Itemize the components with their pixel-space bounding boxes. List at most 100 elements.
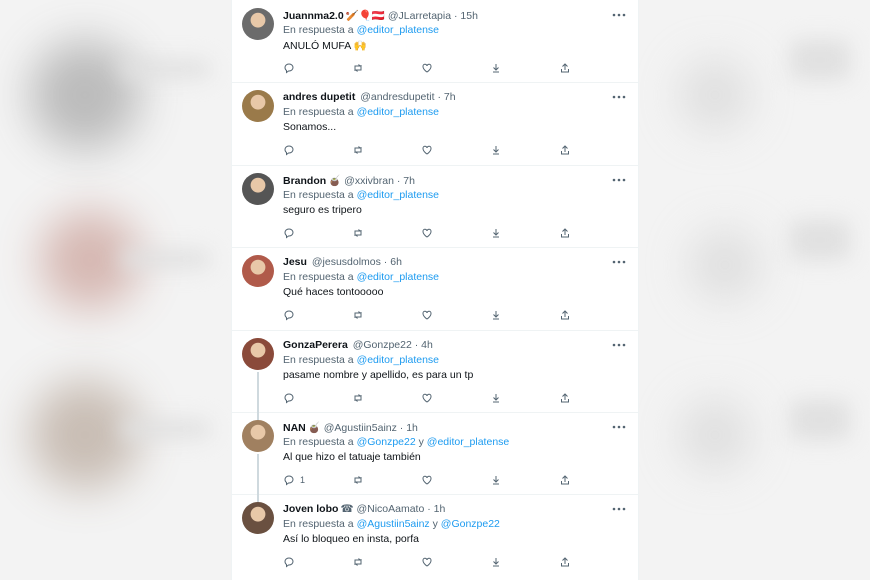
- replying-to-label: En respuesta a: [283, 24, 354, 36]
- display-name[interactable]: Joven lobo: [283, 503, 338, 515]
- avatar[interactable]: [242, 255, 274, 287]
- more-options-icon[interactable]: [612, 500, 626, 514]
- more-options-icon[interactable]: [612, 336, 626, 350]
- display-name[interactable]: Juannma2.0: [283, 10, 344, 22]
- more-options-icon[interactable]: [612, 6, 626, 20]
- bookmark-button[interactable]: [490, 226, 502, 240]
- more-options-icon[interactable]: [612, 88, 626, 102]
- mention-link[interactable]: @Gonzpe22: [357, 436, 416, 448]
- bookmark-button[interactable]: [490, 555, 502, 569]
- tweet[interactable]: Joven lobo ☎ @NicoAamato · 1h En respuesta…: [232, 494, 638, 580]
- like-button[interactable]: [421, 61, 433, 75]
- share-button[interactable]: [559, 555, 571, 569]
- bookmark-icon: [490, 227, 502, 239]
- reply-button[interactable]: 1: [283, 473, 305, 487]
- display-name[interactable]: Jesu: [283, 256, 307, 268]
- retweet-button[interactable]: [352, 391, 364, 405]
- tweet[interactable]: NAN 🧉 @Agustiin5ainz · 1h En respuesta a @…: [232, 412, 638, 495]
- avatar[interactable]: [242, 420, 274, 452]
- replying-to-label: En respuesta a: [283, 189, 354, 201]
- share-button[interactable]: [559, 473, 571, 487]
- tweet[interactable]: Brandon 🧉 @xxivbran · 7h En respuesta a @e…: [232, 165, 638, 248]
- tweet-actions: 1: [283, 473, 623, 487]
- username-handle[interactable]: @jesusdolmos: [312, 256, 381, 268]
- avatar[interactable]: [242, 338, 274, 370]
- reply-button[interactable]: [283, 226, 300, 240]
- timestamp[interactable]: 7h: [403, 175, 415, 187]
- avatar[interactable]: [242, 173, 274, 205]
- reply-button[interactable]: [283, 61, 300, 75]
- timestamp[interactable]: 15h: [460, 10, 478, 22]
- avatar[interactable]: [242, 502, 274, 534]
- tweet[interactable]: Juannma2.0 🏏🎈🇦🇹 @JLarretapia · 15h En resp…: [232, 0, 638, 83]
- tweet[interactable]: Jesu @jesusdolmos · 6h En respuesta a @ed…: [232, 247, 638, 331]
- replying-to-label: En respuesta a: [283, 354, 354, 366]
- username-handle[interactable]: @andresdupetit: [360, 91, 434, 103]
- name-emojis: 🏏🎈🇦🇹: [345, 10, 385, 22]
- mention-link[interactable]: @editor_platense: [427, 436, 509, 448]
- more-options-icon[interactable]: [612, 418, 626, 432]
- retweet-button[interactable]: [352, 555, 364, 569]
- reply-button[interactable]: [283, 143, 300, 157]
- like-button[interactable]: [421, 473, 433, 487]
- username-handle[interactable]: @xxivbran: [344, 175, 394, 187]
- mention-link[interactable]: @Agustiin5ainz: [357, 518, 430, 530]
- timestamp[interactable]: 7h: [444, 91, 456, 103]
- mention-link[interactable]: @editor_platense: [357, 24, 439, 36]
- share-button[interactable]: [559, 308, 571, 322]
- tweet[interactable]: andres dupetit @andresdupetit · 7h En res…: [232, 82, 638, 166]
- timestamp[interactable]: 1h: [406, 422, 418, 434]
- heart-icon: [421, 227, 433, 239]
- retweet-button[interactable]: [352, 226, 364, 240]
- replying-to: En respuesta a @Gonzpe22 y @editor_plate…: [283, 436, 509, 448]
- reply-button[interactable]: [283, 308, 300, 322]
- mention-link[interactable]: @editor_platense: [357, 271, 439, 283]
- bookmark-icon: [490, 62, 502, 74]
- retweet-button[interactable]: [352, 61, 364, 75]
- share-button[interactable]: [559, 226, 571, 240]
- tweet-header: GonzaPerera @Gonzpe22 · 4h: [283, 339, 433, 351]
- bookmark-button[interactable]: [490, 61, 502, 75]
- username-handle[interactable]: @JLarretapia: [388, 10, 451, 22]
- reply-button[interactable]: [283, 391, 300, 405]
- reply-count: 1: [300, 475, 306, 485]
- tweet-actions: [283, 226, 623, 240]
- bookmark-button[interactable]: [490, 308, 502, 322]
- mention-link[interactable]: @Gonzpe22: [441, 518, 500, 530]
- bookmark-button[interactable]: [490, 391, 502, 405]
- retweet-button[interactable]: [352, 473, 364, 487]
- timestamp[interactable]: 1h: [434, 503, 446, 515]
- bookmark-button[interactable]: [490, 473, 502, 487]
- like-button[interactable]: [421, 391, 433, 405]
- like-button[interactable]: [421, 226, 433, 240]
- more-options-icon[interactable]: [612, 171, 626, 185]
- username-handle[interactable]: @NicoAamato: [356, 503, 424, 515]
- reply-button[interactable]: [283, 555, 300, 569]
- timestamp[interactable]: 6h: [390, 256, 402, 268]
- share-button[interactable]: [559, 391, 571, 405]
- tweet[interactable]: GonzaPerera @Gonzpe22 · 4h En respuesta a…: [232, 330, 638, 413]
- retweet-button[interactable]: [352, 143, 364, 157]
- mention-link[interactable]: @editor_platense: [357, 354, 439, 366]
- display-name[interactable]: NAN: [283, 422, 306, 434]
- retweet-icon: [352, 392, 364, 404]
- more-options-icon[interactable]: [612, 253, 626, 267]
- username-handle[interactable]: @Agustiin5ainz: [324, 422, 397, 434]
- avatar[interactable]: [242, 90, 274, 122]
- bookmark-button[interactable]: [490, 143, 502, 157]
- display-name[interactable]: GonzaPerera: [283, 339, 348, 351]
- share-button[interactable]: [559, 143, 571, 157]
- like-button[interactable]: [421, 143, 433, 157]
- username-handle[interactable]: @Gonzpe22: [353, 339, 412, 351]
- timestamp[interactable]: 4h: [421, 339, 433, 351]
- mention-link[interactable]: @editor_platense: [357, 106, 439, 118]
- mention-link[interactable]: @editor_platense: [357, 189, 439, 201]
- avatar[interactable]: [242, 8, 274, 40]
- share-button[interactable]: [559, 61, 571, 75]
- display-name[interactable]: Brandon: [283, 175, 326, 187]
- retweet-button[interactable]: [352, 308, 364, 322]
- retweet-icon: [352, 62, 364, 74]
- like-button[interactable]: [421, 308, 433, 322]
- display-name[interactable]: andres dupetit: [283, 91, 355, 103]
- like-button[interactable]: [421, 555, 433, 569]
